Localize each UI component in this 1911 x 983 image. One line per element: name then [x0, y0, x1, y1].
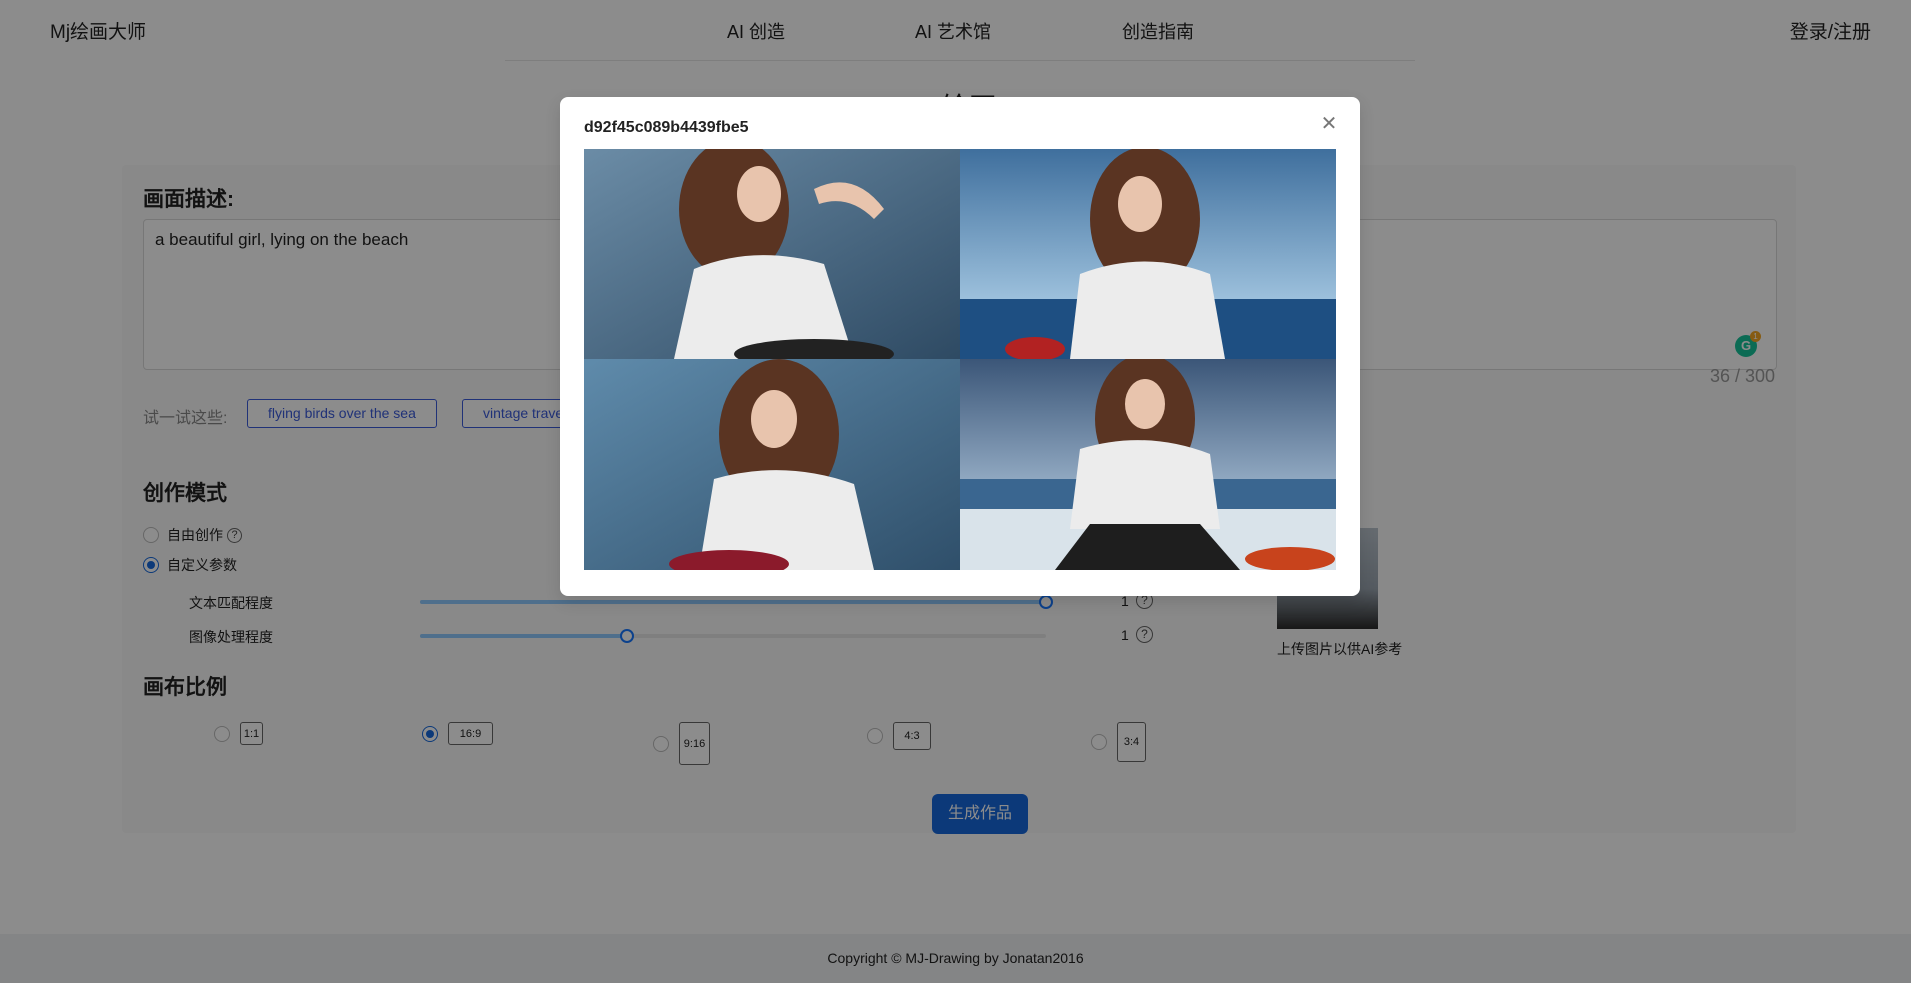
modal-title: d92f45c089b4439fbe5	[584, 119, 749, 136]
image-preview-modal: d92f45c089b4439fbe5 ✕	[560, 97, 1360, 596]
generated-image-grid	[584, 149, 1336, 570]
generated-image[interactable]	[960, 149, 1336, 359]
generated-image[interactable]	[960, 359, 1336, 570]
generated-image[interactable]	[584, 149, 960, 359]
close-icon[interactable]: ✕	[1318, 113, 1340, 135]
generated-image[interactable]	[584, 359, 960, 570]
